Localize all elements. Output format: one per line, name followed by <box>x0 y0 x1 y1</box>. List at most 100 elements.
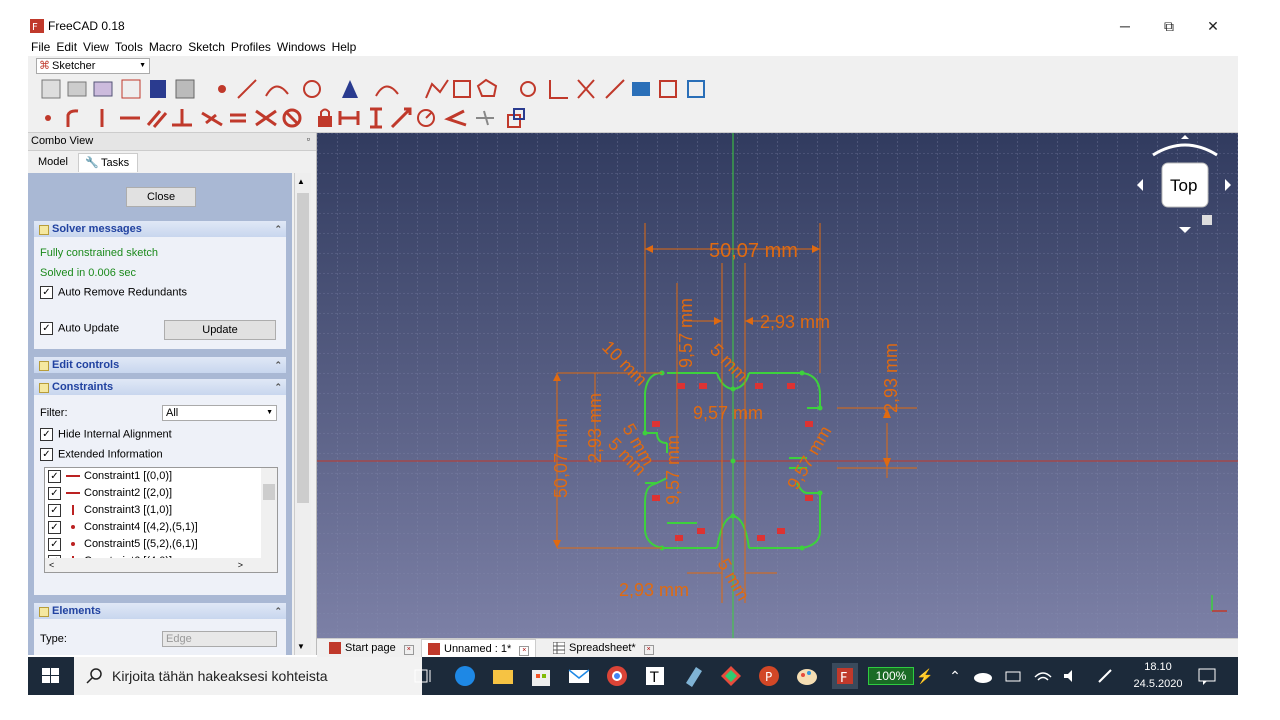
onedrive-icon[interactable] <box>970 663 996 689</box>
freecad-taskbar-icon[interactable]: F <box>832 663 858 689</box>
point-tool-icon[interactable] <box>218 85 226 93</box>
angle-constraint-icon[interactable] <box>444 109 467 127</box>
menu-windows[interactable]: Windows <box>274 38 329 56</box>
conic-tool-icon[interactable] <box>342 80 358 98</box>
volume-icon[interactable] <box>1058 663 1084 689</box>
clock-date[interactable]: 24.5.2020 <box>1128 678 1188 690</box>
constraint-row[interactable]: ✓ Constraint4 [(4,2),(5,1)] <box>45 519 259 536</box>
leave-sketch-icon[interactable] <box>67 81 87 97</box>
external-geometry-icon[interactable] <box>632 82 650 96</box>
minimize-button[interactable]: ─ <box>1102 14 1148 38</box>
task-panel-scrollbar[interactable]: ▲ ▼ <box>294 173 311 655</box>
hide-internal-checkbox[interactable]: ✓ Hide Internal Alignment <box>40 428 172 441</box>
clock-time[interactable]: 18.10 <box>1138 661 1178 673</box>
tab-unnamed[interactable]: Unnamed : 1* × <box>421 639 537 658</box>
validate-sketch-icon[interactable] <box>175 79 195 99</box>
line-tool-icon[interactable] <box>237 79 257 99</box>
snipping-icon[interactable] <box>718 663 744 689</box>
store-icon[interactable] <box>528 663 554 689</box>
dim-2-93-left[interactable]: 2,93 mm <box>585 393 605 463</box>
chevron-down-icon[interactable]: ▼ <box>297 642 305 651</box>
carbon-copy-icon[interactable] <box>659 80 677 98</box>
map-sketch-icon[interactable] <box>93 81 113 97</box>
battery-indicator[interactable]: 100% <box>868 667 914 685</box>
menu-view[interactable]: View <box>80 38 112 56</box>
parallel-constraint-icon[interactable] <box>146 110 168 128</box>
menu-help[interactable]: Help <box>329 38 360 56</box>
view-sketch-icon[interactable] <box>121 79 141 99</box>
update-button[interactable]: Update <box>164 320 276 340</box>
checkbox-checked-icon[interactable]: ✓ <box>48 503 61 517</box>
slot-tool-icon[interactable] <box>520 81 536 97</box>
extended-info-checkbox[interactable]: ✓ Extended Information <box>40 448 163 461</box>
bspline-tool-icon[interactable] <box>375 85 399 97</box>
block-constraint-icon[interactable] <box>282 108 302 128</box>
sketch-canvas[interactable]: 50,07 mm 2,93 mm 9,57 mm 10 mm 5 mm 2,93… <box>317 133 1238 638</box>
windows-start-icon[interactable] <box>28 657 74 695</box>
chevron-up-icon[interactable]: ⌃ <box>942 663 968 689</box>
point-on-object-icon[interactable] <box>66 109 79 127</box>
constraint-row[interactable]: ✓ Constraint2 [(2,0)] <box>45 485 259 502</box>
edge-icon[interactable] <box>452 663 478 689</box>
close-icon[interactable]: × <box>403 645 414 655</box>
snell-law-icon[interactable] <box>476 110 494 126</box>
vertical-distance-icon[interactable] <box>370 107 382 129</box>
lock-constraint-icon[interactable] <box>318 108 332 128</box>
dim-9-57-top[interactable]: 9,57 mm <box>676 298 696 368</box>
navcube-menu-icon[interactable] <box>1202 215 1212 225</box>
scroll-thumb[interactable] <box>263 484 275 500</box>
dim-9-57-center[interactable]: 9,57 mm <box>693 403 763 423</box>
equal-constraint-icon[interactable] <box>230 113 246 123</box>
tab-model[interactable]: Model <box>30 153 76 171</box>
maximize-button[interactable]: ⧉ <box>1146 14 1192 38</box>
menu-sketch[interactable]: Sketch <box>185 38 228 56</box>
power-plug-icon[interactable]: ⚡ <box>916 663 942 689</box>
radius-constraint-icon[interactable] <box>417 109 435 127</box>
close-icon[interactable]: × <box>519 646 530 656</box>
distance-constraint-icon[interactable] <box>390 107 412 129</box>
search-box[interactable]: Kirjoita tähän hakeaksesi kohteista <box>74 657 422 695</box>
tangent-constraint-icon[interactable] <box>201 111 223 127</box>
dim-9-57-left[interactable]: 9,57 mm <box>663 435 683 505</box>
fillet-tool-icon[interactable] <box>549 80 568 99</box>
dim-2-93-top[interactable]: 2,93 mm <box>760 312 830 332</box>
dim-width-top[interactable]: 50,07 mm <box>709 240 798 262</box>
solver-messages-header[interactable]: Solver messages ⌃ <box>34 221 286 237</box>
checkbox-checked-icon[interactable]: ✓ <box>48 486 61 500</box>
mail-icon[interactable] <box>566 663 592 689</box>
menu-file[interactable]: File <box>28 38 53 56</box>
tab-spreadsheet[interactable]: Spreadsheet* × <box>547 639 654 657</box>
scroll-thumb[interactable] <box>297 193 309 503</box>
symmetric-constraint-icon[interactable] <box>255 109 277 127</box>
auto-remove-checkbox[interactable]: ✓ Auto Remove Redundants <box>40 286 187 299</box>
paint-icon[interactable] <box>794 663 820 689</box>
perpendicular-constraint-icon[interactable] <box>172 109 192 127</box>
chevron-right-icon[interactable]: > <box>238 558 243 572</box>
checkbox-checked-icon[interactable]: ✓ <box>48 469 61 483</box>
tab-tasks[interactable]: 🔧 Tasks <box>78 153 139 172</box>
collapse-icon[interactable]: ⌃ <box>274 357 282 373</box>
collapse-icon[interactable]: ⌃ <box>274 221 282 237</box>
constraint-row[interactable]: ✓ Constraint5 [(5,2),(6,1)] <box>45 536 259 553</box>
edit-controls-header[interactable]: Edit controls ⌃ <box>34 357 286 373</box>
task-view-icon[interactable] <box>410 663 436 689</box>
wifi-icon[interactable] <box>1030 663 1056 689</box>
dim-2-93-right[interactable]: 2,93 mm <box>881 343 901 413</box>
extend-tool-icon[interactable] <box>605 79 625 99</box>
constraints-header[interactable]: Constraints ⌃ <box>34 379 286 395</box>
arc-tool-icon[interactable] <box>265 85 289 97</box>
notification-icon[interactable] <box>1194 663 1220 689</box>
checkbox-checked-icon[interactable]: ✓ <box>48 537 61 551</box>
workbench-selector[interactable]: ⌘ Sketcher ▼ <box>36 58 150 74</box>
coincident-constraint-icon[interactable] <box>45 115 51 121</box>
collapse-icon[interactable]: ⌃ <box>274 603 282 619</box>
rectangle-tool-icon[interactable] <box>453 80 471 98</box>
float-icon[interactable]: ▫ <box>307 134 310 144</box>
notes-icon[interactable] <box>680 663 706 689</box>
close-button[interactable]: ✕ <box>1190 14 1236 38</box>
filter-select[interactable]: All ▼ <box>162 405 277 421</box>
checkbox-checked-icon[interactable]: ✓ <box>48 520 61 534</box>
powerpoint-icon[interactable]: P <box>756 663 782 689</box>
constraint-row[interactable]: ✓ Constraint3 [(1,0)] <box>45 502 259 519</box>
auto-update-checkbox[interactable]: ✓ Auto Update <box>40 322 119 335</box>
